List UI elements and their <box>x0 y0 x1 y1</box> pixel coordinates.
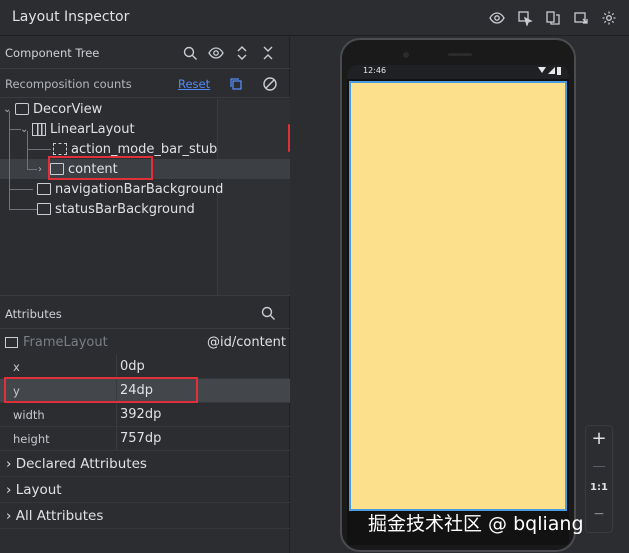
zoom-out-button[interactable]: − <box>586 506 612 522</box>
y-attribute-highlight-box <box>4 377 198 403</box>
component-tree-header: Component Tree <box>0 37 290 69</box>
attributes-label: Attributes <box>5 307 62 321</box>
window-title: Layout Inspector <box>12 9 130 25</box>
tree-line <box>27 169 37 170</box>
view-stub-icon <box>53 143 67 155</box>
reset-link[interactable]: Reset <box>178 77 210 91</box>
tree-node-label: statusBarBackground <box>55 201 195 217</box>
chevron-right-icon: › <box>6 456 16 472</box>
attribute-row-x[interactable]: x 0dp <box>0 355 290 379</box>
attribute-value: 757dp <box>120 431 162 446</box>
tree-node-navigation-bar-background[interactable]: navigationBarBackground <box>37 179 223 199</box>
linear-layout-icon <box>32 122 46 136</box>
selected-view-row: FrameLayout @id/content <box>0 331 290 355</box>
content-highlight-box <box>48 156 153 180</box>
group-label: › All Attributes <box>6 508 103 524</box>
tree-node-status-bar-background[interactable]: statusBarBackground <box>37 199 195 219</box>
zoom-actual-size-button[interactable]: 1:1 <box>586 482 612 493</box>
tree-node-label: action_mode_bar_stub <box>71 141 218 157</box>
battery-icon <box>557 67 561 75</box>
tree-line <box>9 111 10 209</box>
snapshot-icon[interactable] <box>571 8 591 28</box>
status-icons <box>538 67 561 75</box>
search-icon[interactable] <box>180 43 200 63</box>
layer-icon[interactable] <box>543 8 563 28</box>
attribute-row-height[interactable]: height 757dp <box>0 427 290 451</box>
speaker-icon <box>448 53 472 56</box>
settings-icon[interactable] <box>599 8 619 28</box>
group-title: Layout <box>15 482 62 498</box>
group-layout[interactable]: › Layout <box>0 477 290 503</box>
group-title: Declared Attributes <box>15 456 147 472</box>
column-divider <box>116 427 117 451</box>
component-tree: ⌄ DecorView ⌄ LinearLayout action_mode_b… <box>0 99 290 295</box>
camera-icon <box>403 52 409 58</box>
view-id: @id/content <box>206 335 286 350</box>
tree-node-label: navigationBarBackground <box>55 181 224 197</box>
group-title: All Attributes <box>15 508 104 524</box>
device-frame: 12:46 <box>340 38 576 552</box>
zoom-controls: + 1:1 − <box>585 425 613 533</box>
chevron-right-icon: › <box>6 482 16 498</box>
attribute-key: x <box>13 360 20 374</box>
copy-icon[interactable] <box>226 74 246 94</box>
group-label: › Layout <box>6 482 62 498</box>
column-divider <box>116 355 117 379</box>
attributes-header: Attributes <box>0 295 290 329</box>
tree-node-linearlayout[interactable]: ⌄ LinearLayout <box>20 119 135 139</box>
chevron-down-icon[interactable]: ⌄ <box>3 104 15 115</box>
attribute-key: height <box>13 432 50 446</box>
attribute-value: 0dp <box>120 359 145 374</box>
chevron-right-icon: › <box>6 508 16 524</box>
view-icon <box>37 183 51 195</box>
tree-line <box>27 149 51 150</box>
search-icon[interactable] <box>258 303 278 323</box>
group-declared-attributes[interactable]: › Declared Attributes <box>0 451 290 477</box>
frame-layout-icon <box>5 337 18 348</box>
phone-side-button <box>288 124 290 152</box>
wifi-icon <box>538 67 546 73</box>
collapse-all-icon[interactable] <box>258 43 278 63</box>
status-bar: 12:46 <box>347 65 569 79</box>
zoom-divider <box>593 466 605 467</box>
chevron-down-icon[interactable]: ⌄ <box>20 124 32 135</box>
group-all-attributes[interactable]: › All Attributes <box>0 503 290 529</box>
select-view-icon[interactable] <box>515 8 535 28</box>
content-view-preview[interactable] <box>349 81 567 511</box>
tree-node-decorview[interactable]: ⌄ DecorView <box>3 99 102 119</box>
disable-icon[interactable] <box>260 74 280 94</box>
view-class-name: FrameLayout <box>23 335 108 350</box>
expand-all-icon[interactable] <box>232 43 252 63</box>
recomposition-label: Recomposition counts <box>5 77 132 91</box>
device-preview-panel: 12:46 <box>291 37 629 553</box>
zoom-in-button[interactable]: + <box>586 428 612 449</box>
title-bar: Layout Inspector <box>0 0 629 36</box>
attribute-row-width[interactable]: width 392dp <box>0 403 290 427</box>
tree-node-label: DecorView <box>33 101 103 117</box>
device-screen[interactable]: 12:46 <box>347 65 569 545</box>
tree-node-label: LinearLayout <box>50 121 135 137</box>
component-tree-label: Component Tree <box>5 46 100 60</box>
attribute-key: width <box>13 408 45 422</box>
attribute-value: 392dp <box>120 407 162 422</box>
window-icon <box>15 103 29 115</box>
signal-icon <box>548 67 555 74</box>
eye-icon[interactable] <box>206 43 226 63</box>
status-time: 12:46 <box>363 66 387 75</box>
recomposition-column <box>218 99 290 295</box>
tree-line <box>9 209 37 210</box>
recomposition-header: Recomposition counts Reset <box>0 70 290 98</box>
left-panel: Component Tree Recomposition counts Rese… <box>0 37 290 553</box>
eye-icon[interactable] <box>487 8 507 28</box>
column-divider <box>116 403 117 427</box>
view-icon <box>37 203 51 215</box>
group-label: › Declared Attributes <box>6 456 147 472</box>
watermark: 掘金技术社区 @ bqliang <box>368 513 584 535</box>
tree-line <box>9 189 33 190</box>
